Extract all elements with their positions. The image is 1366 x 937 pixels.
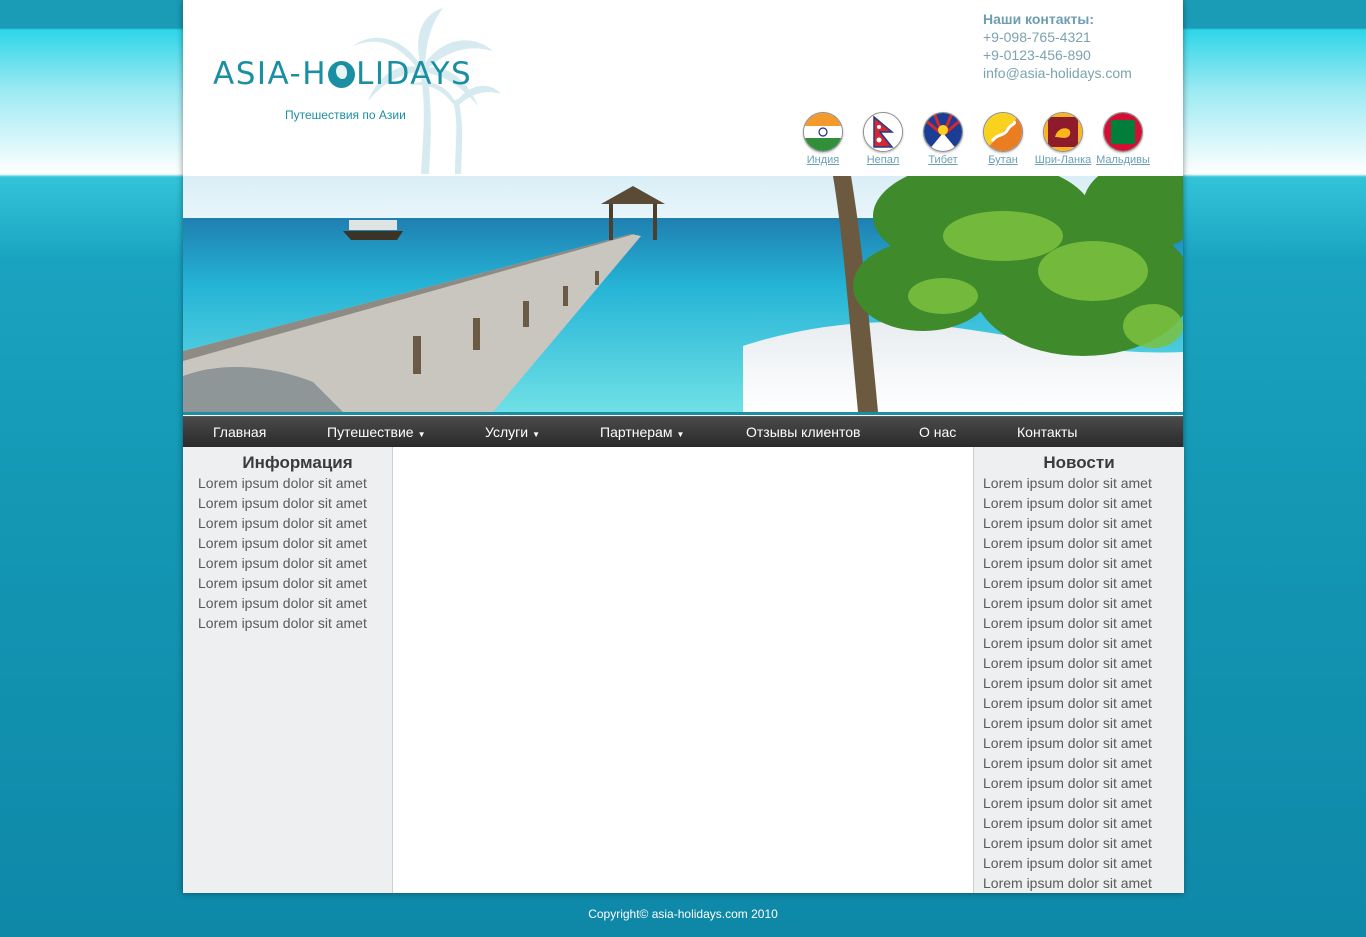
site-logo[interactable]: ASIA-H LIDAYS bbox=[213, 56, 472, 92]
list-item[interactable]: Lorem ipsum dolor sit amet bbox=[198, 493, 392, 513]
list-item[interactable]: Lorem ipsum dolor sit amet bbox=[983, 873, 1184, 893]
list-item[interactable]: Lorem ipsum dolor sit amet bbox=[198, 513, 392, 533]
flag-label: Индия bbox=[806, 154, 840, 166]
main-content-area bbox=[393, 447, 973, 893]
list-item[interactable]: Lorem ipsum dolor sit amet bbox=[983, 513, 1184, 533]
nav-item-home[interactable]: Главная bbox=[213, 424, 266, 440]
list-item[interactable]: Lorem ipsum dolor sit amet bbox=[983, 633, 1184, 653]
flag-link-bhutan[interactable]: Бутан bbox=[973, 112, 1033, 166]
contact-phone-2: +9-0123-456-890 bbox=[983, 47, 1091, 63]
contacts-block: Наши контакты: +9-098-765-4321 +9-0123-4… bbox=[983, 10, 1132, 82]
nav-item-about[interactable]: О нас bbox=[919, 424, 956, 440]
bhutan-flag-icon bbox=[983, 112, 1023, 152]
contact-email[interactable]: info@asia-holidays.com bbox=[983, 64, 1132, 82]
list-item[interactable]: Lorem ipsum dolor sit amet bbox=[983, 833, 1184, 853]
nav-item-contacts[interactable]: Контакты bbox=[1017, 424, 1077, 440]
globe-icon bbox=[328, 61, 356, 88]
flag-label: Шри-Ланка bbox=[1034, 154, 1092, 166]
copyright-footer: Copyright© asia-holidays.com 2010 bbox=[588, 907, 778, 921]
news-list: Lorem ipsum dolor sit amet Lorem ipsum do… bbox=[974, 473, 1184, 893]
list-item[interactable]: Lorem ipsum dolor sit amet bbox=[198, 593, 392, 613]
flag-link-maldives[interactable]: Мальдивы bbox=[1093, 112, 1153, 166]
list-item[interactable]: Lorem ipsum dolor sit amet bbox=[198, 553, 392, 573]
contact-phone-1: +9-098-765-4321 bbox=[983, 29, 1091, 45]
info-sidebar-title: Информация bbox=[242, 453, 353, 472]
tibet-flag-icon bbox=[923, 112, 963, 152]
list-item[interactable]: Lorem ipsum dolor sit amet bbox=[198, 473, 392, 493]
dropdown-arrow-icon: ▼ bbox=[676, 430, 685, 439]
nav-item-services[interactable]: Услуги ▼ bbox=[485, 424, 540, 440]
maldives-flag-icon bbox=[1103, 112, 1143, 152]
list-item[interactable]: Lorem ipsum dolor sit amet bbox=[983, 553, 1184, 573]
list-item[interactable]: Lorem ipsum dolor sit amet bbox=[983, 613, 1184, 633]
nav-item-partners[interactable]: Партнерам ▼ bbox=[600, 424, 684, 440]
contacts-title: Наши контакты: bbox=[983, 11, 1095, 27]
list-item[interactable]: Lorem ipsum dolor sit amet bbox=[198, 613, 392, 633]
list-item[interactable]: Lorem ipsum dolor sit amet bbox=[983, 853, 1184, 873]
dropdown-arrow-icon: ▼ bbox=[417, 430, 426, 439]
info-sidebar: Информация Lorem ipsum dolor sit amet Lor… bbox=[183, 447, 393, 893]
list-item[interactable]: Lorem ipsum dolor sit amet bbox=[983, 693, 1184, 713]
page-container: ASIA-H LIDAYS Путешествия по Азии Наши ко… bbox=[183, 0, 1184, 893]
flag-link-tibet[interactable]: Тибет bbox=[913, 112, 973, 166]
list-item[interactable]: Lorem ipsum dolor sit amet bbox=[983, 533, 1184, 553]
nav-item-travel[interactable]: Путешествие ▼ bbox=[327, 424, 426, 440]
list-item[interactable]: Lorem ipsum dolor sit amet bbox=[983, 493, 1184, 513]
sri-lanka-flag-icon bbox=[1043, 112, 1083, 152]
hero-banner-image bbox=[183, 176, 1183, 412]
banner-divider bbox=[183, 412, 1183, 415]
list-item[interactable]: Lorem ipsum dolor sit amet bbox=[983, 593, 1184, 613]
news-sidebar: Новости Lorem ipsum dolor sit amet Lorem … bbox=[973, 447, 1184, 893]
info-list: Lorem ipsum dolor sit amet Lorem ipsum do… bbox=[183, 473, 392, 633]
india-flag-icon bbox=[803, 112, 843, 152]
list-item[interactable]: Lorem ipsum dolor sit amet bbox=[198, 573, 392, 593]
site-header: ASIA-H LIDAYS Путешествия по Азии Наши ко… bbox=[183, 0, 1183, 176]
flag-label: Тибет bbox=[928, 154, 958, 166]
list-item[interactable]: Lorem ipsum dolor sit amet bbox=[983, 753, 1184, 773]
list-item[interactable]: Lorem ipsum dolor sit amet bbox=[983, 733, 1184, 753]
list-item[interactable]: Lorem ipsum dolor sit amet bbox=[983, 653, 1184, 673]
dropdown-arrow-icon: ▼ bbox=[532, 430, 540, 439]
flag-link-india[interactable]: Индия bbox=[793, 112, 853, 166]
list-item[interactable]: Lorem ipsum dolor sit amet bbox=[983, 573, 1184, 593]
list-item[interactable]: Lorem ipsum dolor sit amet bbox=[983, 793, 1184, 813]
site-tagline: Путешествия по Азии bbox=[285, 108, 406, 122]
flag-link-sri-lanka[interactable]: Шри-Ланка bbox=[1033, 112, 1093, 166]
flag-label: Бутан bbox=[988, 154, 1018, 166]
list-item[interactable]: Lorem ipsum dolor sit amet bbox=[983, 473, 1184, 493]
news-sidebar-title: Новости bbox=[1043, 453, 1115, 472]
list-item[interactable]: Lorem ipsum dolor sit amet bbox=[198, 533, 392, 553]
nav-item-reviews[interactable]: Отзывы клиентов bbox=[746, 424, 860, 440]
list-item[interactable]: Lorem ipsum dolor sit amet bbox=[983, 713, 1184, 733]
main-nav: Главная Путешествие ▼ Услуги ▼ Партнерам ▼ … bbox=[183, 416, 1183, 447]
flag-label: Мальдивы bbox=[1096, 154, 1150, 166]
flag-link-nepal[interactable]: Непал bbox=[853, 112, 913, 166]
list-item[interactable]: Lorem ipsum dolor sit amet bbox=[983, 773, 1184, 793]
nepal-flag-icon bbox=[863, 112, 903, 152]
flag-label: Непал bbox=[866, 154, 900, 166]
list-item[interactable]: Lorem ipsum dolor sit amet bbox=[983, 673, 1184, 693]
list-item[interactable]: Lorem ipsum dolor sit amet bbox=[983, 813, 1184, 833]
